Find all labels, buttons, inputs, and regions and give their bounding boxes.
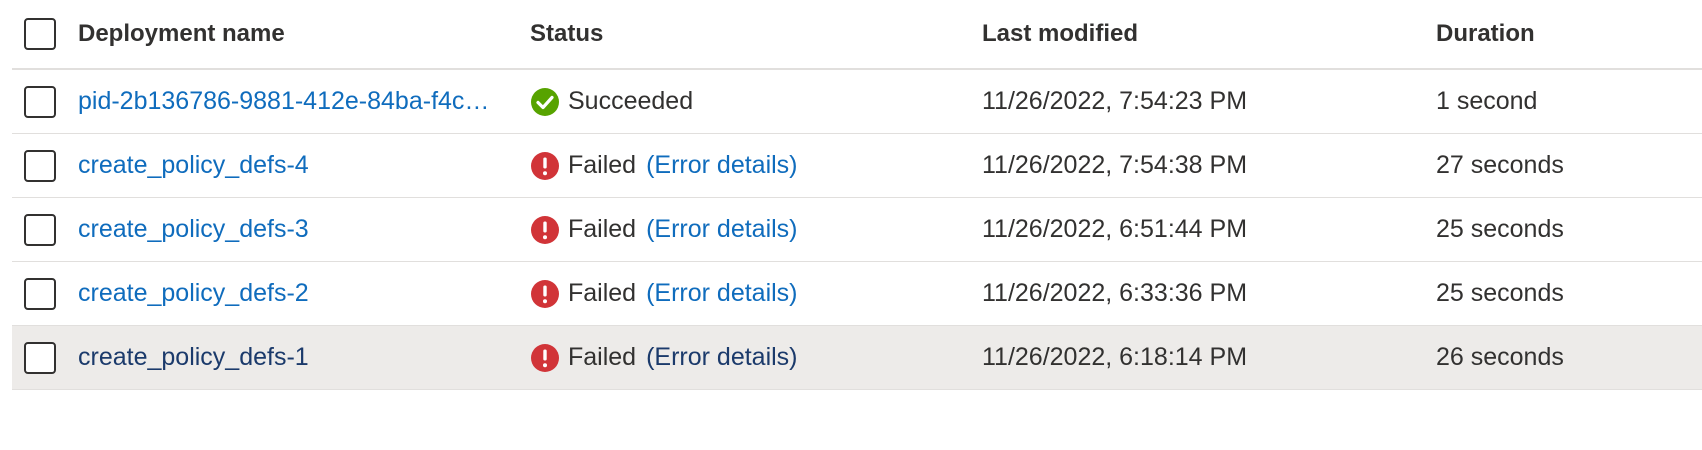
table-row[interactable]: create_policy_defs-3 Failed (Error detai… xyxy=(12,198,1702,262)
status-text: Succeeded xyxy=(568,87,694,115)
last-modified-cell: 11/26/2022, 7:54:38 PM xyxy=(982,151,1248,179)
row-select-cell xyxy=(24,326,64,389)
error-details-link[interactable]: (Error details) xyxy=(646,279,797,308)
error-exclamation-icon xyxy=(531,151,559,180)
column-header-duration[interactable]: Duration xyxy=(1436,0,1696,68)
row-checkbox[interactable] xyxy=(24,213,56,246)
status-text: Failed xyxy=(568,279,637,307)
status-cell: Failed (Error details) xyxy=(530,134,970,197)
deployment-name-cell: create_policy_defs-1 xyxy=(78,326,518,389)
deployment-name-link[interactable]: create_policy_defs-2 xyxy=(78,279,309,308)
select-all-checkbox[interactable] xyxy=(24,18,56,50)
row-checkbox[interactable] xyxy=(24,341,56,374)
column-header-last-modified[interactable]: Last modified xyxy=(982,0,1422,68)
status-text: Failed xyxy=(568,151,637,179)
table-row[interactable]: create_policy_defs-4 Failed (Error detai… xyxy=(12,134,1702,198)
row-checkbox[interactable] xyxy=(24,149,56,182)
table-row[interactable]: create_policy_defs-2 Failed (Error detai… xyxy=(12,262,1702,326)
select-all-cell xyxy=(24,0,64,68)
table-row[interactable]: create_policy_defs-1 Failed (Error detai… xyxy=(12,326,1702,390)
error-exclamation-icon xyxy=(531,343,559,372)
error-exclamation-icon xyxy=(531,279,559,308)
deployment-name-link[interactable]: create_policy_defs-3 xyxy=(78,215,309,244)
deployments-table: Deployment name Status Last modified Dur… xyxy=(12,0,1702,390)
deployment-name-cell: create_policy_defs-3 xyxy=(78,198,518,261)
deployment-name-cell: create_policy_defs-2 xyxy=(78,262,518,325)
status-cell: Succeeded xyxy=(530,70,970,133)
deployment-name-link[interactable]: create_policy_defs-4 xyxy=(78,151,309,180)
status-text: Failed xyxy=(568,343,637,371)
duration-cell: 1 second xyxy=(1436,87,1538,115)
error-details-link[interactable]: (Error details) xyxy=(646,343,797,372)
column-header-deployment-name[interactable]: Deployment name xyxy=(78,0,518,68)
last-modified-cell: 11/26/2022, 6:33:36 PM xyxy=(982,279,1248,307)
row-select-cell xyxy=(24,134,64,197)
table-row[interactable]: pid-2b136786-9881-412e-84ba-f4c… Succeed… xyxy=(12,70,1702,134)
status-cell: Failed (Error details) xyxy=(530,262,970,325)
deployment-name-link[interactable]: pid-2b136786-9881-412e-84ba-f4c… xyxy=(78,87,489,116)
status-cell: Failed (Error details) xyxy=(530,326,970,389)
status-cell: Failed (Error details) xyxy=(530,198,970,261)
row-select-cell xyxy=(24,70,64,133)
row-checkbox[interactable] xyxy=(24,85,56,118)
deployment-name-cell: pid-2b136786-9881-412e-84ba-f4c… xyxy=(78,70,518,133)
duration-cell: 26 seconds xyxy=(1436,343,1564,371)
row-select-cell xyxy=(24,198,64,261)
error-details-link[interactable]: (Error details) xyxy=(646,151,797,180)
error-exclamation-icon xyxy=(531,215,559,244)
column-header-status[interactable]: Status xyxy=(530,0,970,68)
status-text: Failed xyxy=(568,215,637,243)
last-modified-cell: 11/26/2022, 6:51:44 PM xyxy=(982,215,1248,243)
duration-cell: 25 seconds xyxy=(1436,279,1564,307)
last-modified-cell: 11/26/2022, 7:54:23 PM xyxy=(982,87,1248,115)
duration-cell: 27 seconds xyxy=(1436,151,1564,179)
row-select-cell xyxy=(24,262,64,325)
deployment-name-cell: create_policy_defs-4 xyxy=(78,134,518,197)
deployment-name-link[interactable]: create_policy_defs-1 xyxy=(78,343,309,372)
last-modified-cell: 11/26/2022, 6:18:14 PM xyxy=(982,343,1248,371)
success-check-icon xyxy=(531,87,559,116)
duration-cell: 25 seconds xyxy=(1436,215,1564,243)
error-details-link[interactable]: (Error details) xyxy=(646,215,797,244)
row-checkbox[interactable] xyxy=(24,277,56,310)
table-header-row: Deployment name Status Last modified Dur… xyxy=(12,0,1702,70)
